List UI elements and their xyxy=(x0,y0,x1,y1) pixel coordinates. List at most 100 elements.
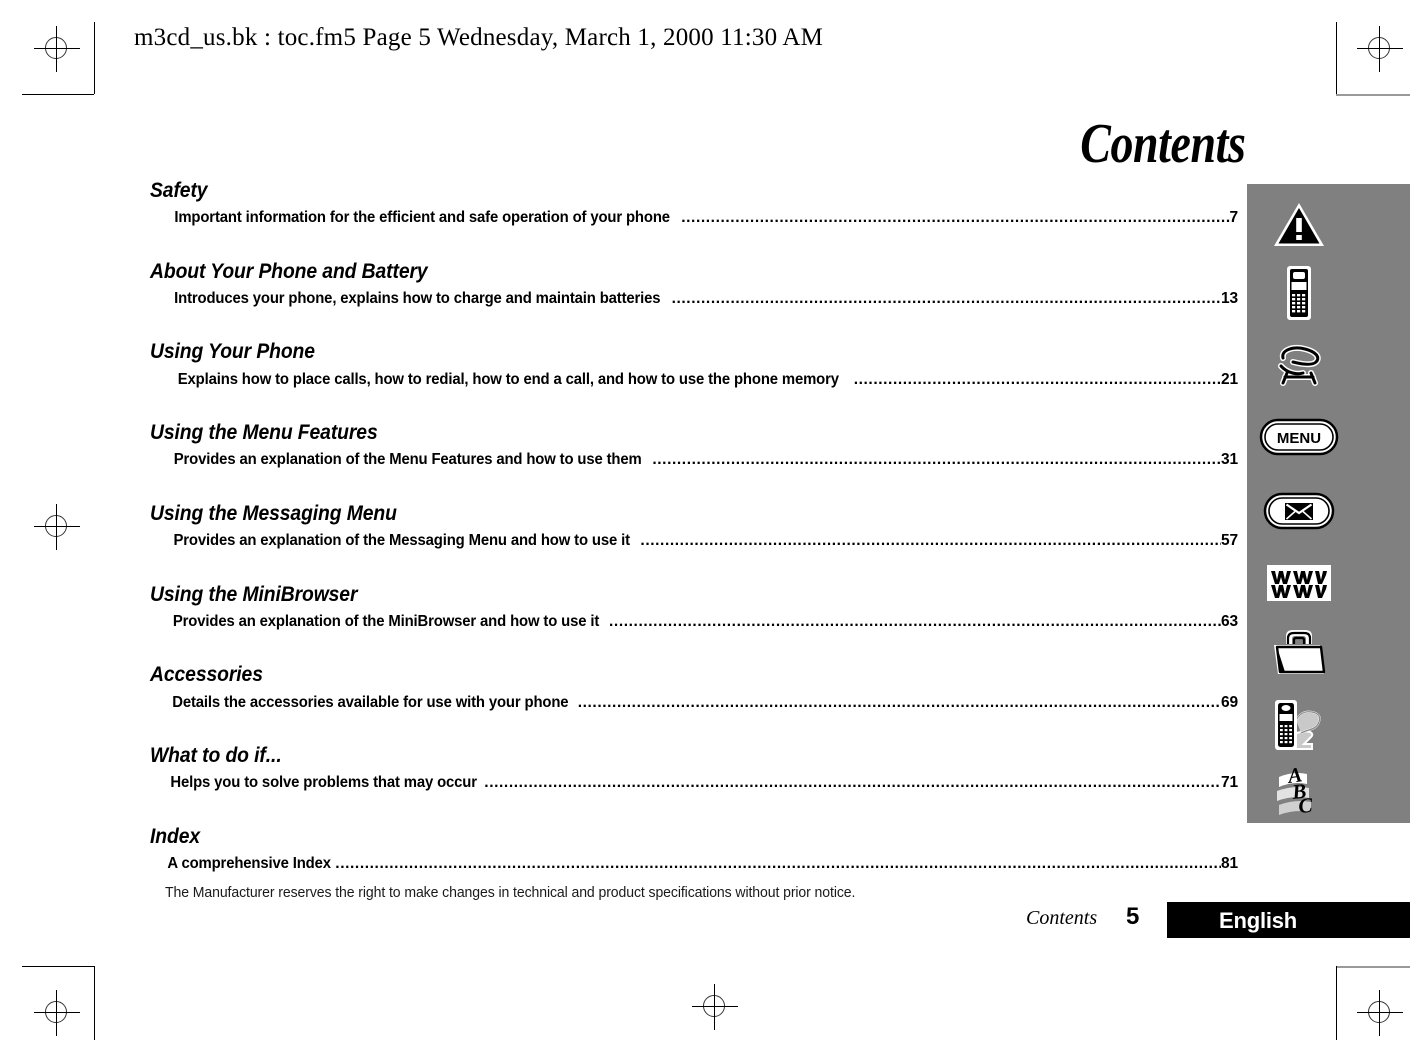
toc-row[interactable]: Details the accessories available for us… xyxy=(164,692,1238,714)
toc-leader-dots: ........................................… xyxy=(577,693,1221,711)
language-label: English xyxy=(1219,908,1298,933)
registration-mark-left-middle xyxy=(34,504,80,550)
crop-mark-bottom-right-horizontal xyxy=(1336,966,1410,968)
crop-mark-top-left-horizontal xyxy=(22,94,94,95)
toc-description: Provides an explanation of the Menu Feat… xyxy=(173,451,642,469)
chapter-icon-sidebar: MENU A B C xyxy=(1247,184,1410,823)
toc-page-number: 7 xyxy=(1229,209,1239,227)
page-header-fileinfo: m3cd_us.bk : toc.fm5 Page 5 Wednesday, M… xyxy=(134,24,824,51)
toc-heading: About Your Phone and Battery xyxy=(150,259,428,283)
toc-row[interactable]: Important information for the efficient … xyxy=(164,207,1238,229)
toc-spacer xyxy=(150,401,1238,420)
toc-heading: What to do if... xyxy=(150,744,282,768)
registration-mark-top-right xyxy=(1357,26,1403,72)
toc-leader-dots: ........................................… xyxy=(853,370,1221,388)
registration-mark-top-left xyxy=(34,26,80,72)
regmark-hline xyxy=(1357,48,1403,49)
regmark-vline xyxy=(714,984,715,1030)
toc-page-number: 71 xyxy=(1221,774,1238,792)
phone-question-icon xyxy=(1270,696,1328,754)
toc-row[interactable]: Explains how to place calls, how to redi… xyxy=(164,369,1238,391)
printed-page: m3cd_us.bk : toc.fm5 Page 5 Wednesday, M… xyxy=(0,0,1413,1062)
toc-spacer xyxy=(150,805,1238,824)
footer-page-number: 5 xyxy=(1126,903,1140,930)
toc-page-number: 57 xyxy=(1221,532,1238,550)
regmark-hline xyxy=(34,1012,80,1013)
toc-entry-using-the-menu-features: Using the Menu Features Provides an expl… xyxy=(150,420,1238,472)
toc-page-number: 13 xyxy=(1221,289,1238,307)
toc-page-number: 21 xyxy=(1221,370,1238,388)
toc-entry-accessories: Accessories Details the accessories avai… xyxy=(150,662,1238,714)
toc-page-number: 81 xyxy=(1221,855,1238,872)
footer-section-label: Contents xyxy=(1026,907,1098,929)
toc-leader-dots: ........................................… xyxy=(681,209,1229,227)
regmark-hline xyxy=(34,48,80,49)
toc-description: Provides an explanation of the Messaging… xyxy=(173,532,631,550)
toc-spacer xyxy=(150,482,1238,501)
toc-row[interactable]: Helps you to solve problems that may occ… xyxy=(164,772,1238,794)
crop-mark-bottom-right-vertical xyxy=(1336,966,1337,1040)
registration-mark-bottom-center xyxy=(692,984,738,1030)
toc-leader-dots: ........................................… xyxy=(671,289,1222,307)
toc-spacer xyxy=(150,724,1238,743)
toc-row[interactable]: Provides an explanation of the MiniBrows… xyxy=(164,611,1238,633)
table-of-contents: Safety Important information for the eff… xyxy=(150,178,1238,885)
regmark-vline xyxy=(56,504,57,550)
toc-page-number: 63 xyxy=(1221,612,1238,630)
crop-mark-bottom-left-horizontal xyxy=(22,966,94,967)
briefcase-icon xyxy=(1270,624,1328,682)
toc-entry-using-the-minibrowser: Using the MiniBrowser Provides an explan… xyxy=(150,582,1238,634)
regmark-vline xyxy=(56,990,57,1036)
toc-spacer xyxy=(150,563,1238,582)
mobile-phone-icon xyxy=(1270,264,1328,322)
toc-entry-index: Index A comprehensive Index ............… xyxy=(150,824,1238,876)
regmark-hline xyxy=(34,526,80,527)
toc-description: Details the accessories available for us… xyxy=(172,693,569,711)
toc-heading: Using the MiniBrowser xyxy=(150,582,358,606)
warning-triangle-icon xyxy=(1270,196,1328,254)
toc-heading: Index xyxy=(150,824,201,848)
page-title: Contents xyxy=(1079,113,1246,175)
toc-spacer xyxy=(150,320,1238,339)
crop-mark-top-right-vertical xyxy=(1336,22,1337,94)
toc-entry-about-your-phone-and-battery: About Your Phone and Battery Introduces … xyxy=(150,259,1238,311)
toc-row[interactable]: Provides an explanation of the Menu Feat… xyxy=(164,449,1238,471)
toc-leader-dots: ........................................… xyxy=(609,612,1221,630)
crop-mark-top-left-vertical xyxy=(94,22,95,94)
toc-row[interactable]: Provides an explanation of the Messaging… xyxy=(164,530,1239,552)
regmark-hline xyxy=(692,1006,738,1007)
toc-heading: Using the Menu Features xyxy=(150,421,378,445)
toc-row[interactable]: A comprehensive Index ..................… xyxy=(164,853,1238,875)
toc-description: A comprehensive Index xyxy=(167,855,331,872)
toc-page-number: 69 xyxy=(1221,693,1238,711)
toc-page-number: 31 xyxy=(1221,451,1238,469)
registration-mark-bottom-left xyxy=(34,990,80,1036)
toc-leader-dots: ........................................… xyxy=(335,855,1221,872)
registration-mark-bottom-right xyxy=(1357,990,1403,1036)
abc-icon: A B C xyxy=(1270,762,1328,820)
toc-leader-dots: ........................................… xyxy=(640,532,1221,550)
abc-letter-c: C xyxy=(1297,793,1314,818)
toc-description: Important information for the efficient … xyxy=(174,209,670,227)
toc-heading: Accessories xyxy=(150,663,263,687)
handset-call-icon xyxy=(1270,336,1328,394)
toc-description: Provides an explanation of the MiniBrows… xyxy=(172,612,600,630)
toc-entry-what-to-do-if: What to do if... Helps you to solve prob… xyxy=(150,743,1238,795)
toc-heading: Using Your Phone xyxy=(150,340,315,364)
menu-button-icon: MENU xyxy=(1257,408,1341,466)
menu-button-label: MENU xyxy=(1277,430,1321,447)
regmark-vline xyxy=(56,26,57,72)
toc-spacer xyxy=(150,643,1238,662)
toc-description: Introduces your phone, explains how to c… xyxy=(174,289,661,307)
toc-entry-safety: Safety Important information for the eff… xyxy=(150,178,1238,230)
crop-mark-bottom-left-vertical xyxy=(94,966,95,1040)
toc-leader-dots: ........................................… xyxy=(484,774,1221,792)
toc-row[interactable]: Introduces your phone, explains how to c… xyxy=(164,288,1238,310)
regmark-hline xyxy=(1357,1012,1403,1013)
toc-entry-using-your-phone: Using Your Phone Explains how to place c… xyxy=(150,339,1238,391)
toc-description: Explains how to place calls, how to redi… xyxy=(177,370,839,388)
toc-entry-using-the-messaging-menu: Using the Messaging Menu Provides an exp… xyxy=(150,501,1238,553)
www-zigzag-icon xyxy=(1261,554,1337,612)
language-bar: English xyxy=(1167,902,1410,938)
toc-description: Helps you to solve problems that may occ… xyxy=(170,774,477,792)
